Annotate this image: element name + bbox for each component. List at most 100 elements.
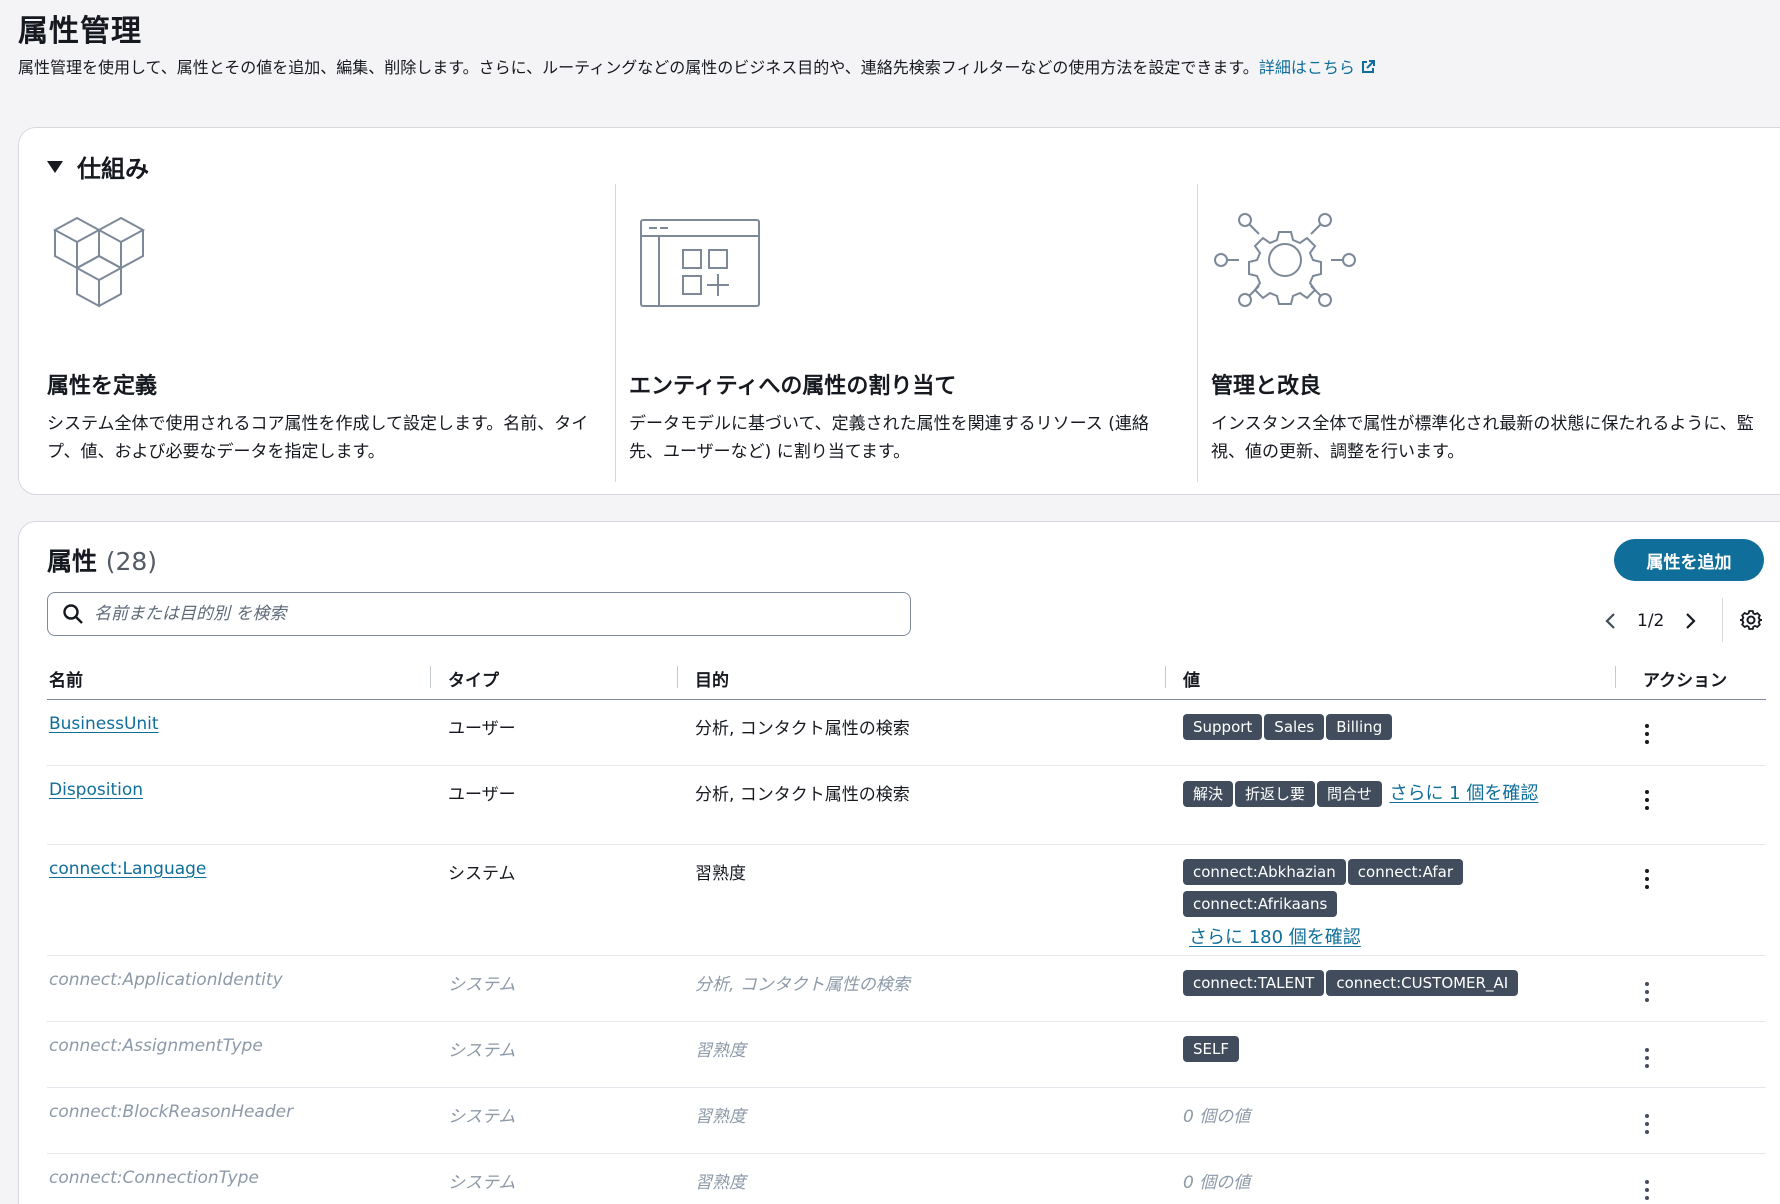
chevron-right-icon[interactable] — [1678, 609, 1702, 633]
column-divider — [1197, 184, 1198, 482]
attribute-name-link[interactable]: Disposition — [49, 780, 143, 800]
search-field — [47, 592, 911, 636]
search-icon — [63, 604, 83, 624]
column-header-type[interactable]: タイプ — [448, 666, 499, 691]
external-link-icon — [1361, 60, 1375, 73]
show-more-values-link[interactable]: さらに 1 個を確認 — [1389, 783, 1538, 804]
attribute-purpose: 習熟度 — [695, 1173, 746, 1193]
attribute-type: システム — [448, 864, 516, 884]
how-step-body: データモデルに基づいて、定義された属性を関連するリソース (連絡先、ユーザーなど… — [629, 414, 1149, 462]
attribute-values-empty: 0 個の値 — [1183, 1173, 1251, 1193]
attribute-purpose: 習熟度 — [695, 1107, 746, 1127]
column-resizer[interactable] — [677, 666, 678, 688]
gear-network-icon — [1214, 213, 1356, 307]
page-indicator: 1/2 — [1637, 611, 1665, 631]
pagination: 1/2 — [1599, 606, 1702, 636]
how-it-works-panel: 仕組み 属性を定義 システム全体で使用されるコア属性を作成して設定します。名前、… — [18, 127, 1780, 495]
attribute-name-link[interactable]: connect:Language — [49, 859, 206, 879]
chevron-left-icon[interactable] — [1599, 609, 1623, 633]
how-step-assign: エンティティへの属性の割り当て データモデルに基づいて、定義された属性を関連する… — [629, 184, 1189, 482]
attribute-values: connect:TALENT connect:CUSTOMER_AI — [1183, 970, 1553, 1002]
table-row: connect:Language システム 習熟度 connect:Abkhaz… — [47, 845, 1766, 956]
value-chip: 問合せ — [1317, 781, 1383, 807]
value-chip: Billing — [1326, 714, 1393, 740]
value-chip: 折返し要 — [1235, 781, 1316, 807]
attributes-panel: 属性 (28) 属性を追加 1/2 名前 タイプ 目的 — [18, 521, 1780, 1204]
table-row: connect:AssignmentType システム 習熟度 SELF — [47, 1022, 1766, 1088]
how-it-works-toggle[interactable]: 仕組み — [47, 149, 149, 184]
attributes-header: 属性 (28) — [47, 542, 157, 578]
page-description: 属性管理を使用して、属性とその値を追加、編集、削除します。さらに、ルーティングな… — [18, 54, 1375, 78]
row-actions-kebab-icon[interactable] — [1642, 788, 1652, 812]
attribute-name: connect:AssignmentType — [49, 1036, 263, 1056]
table-row: connect:ConnectionType システム 習熟度 0 個の値 — [47, 1154, 1766, 1204]
attribute-purpose: 習熟度 — [695, 1041, 746, 1061]
attribute-values: Support Sales Billing — [1183, 714, 1553, 746]
how-step-manage: 管理と改良 インスタンス全体で属性が標準化され最新の状態に保たれるように、監視、… — [1211, 184, 1771, 482]
attribute-type: システム — [448, 1173, 516, 1193]
attribute-purpose: 分析, コンタクト属性の検索 — [695, 785, 910, 805]
column-divider — [615, 184, 616, 482]
attribute-type: システム — [448, 1041, 516, 1061]
how-step-define: 属性を定義 システム全体で使用されるコア属性を作成して設定します。名前、タイプ、… — [47, 184, 607, 482]
table-row: Disposition ユーザー 分析, コンタクト属性の検索 解決 折返し要 問合… — [47, 766, 1766, 845]
column-resizer[interactable] — [1165, 666, 1166, 688]
column-header-name[interactable]: 名前 — [49, 666, 83, 691]
value-chip: connect:Afar — [1347, 859, 1463, 885]
layout-add-icon — [640, 219, 760, 307]
value-chip: 解決 — [1183, 781, 1234, 807]
attribute-values: SELF — [1183, 1036, 1553, 1068]
attribute-type: システム — [448, 1107, 516, 1127]
attribute-type: ユーザー — [448, 719, 516, 739]
row-actions-kebab-icon[interactable] — [1642, 980, 1652, 1004]
settings-gear-icon[interactable] — [1739, 608, 1763, 632]
attribute-type: ユーザー — [448, 785, 516, 805]
attribute-purpose: 分析, コンタクト属性の検索 — [695, 975, 910, 995]
value-chip: SELF — [1183, 1036, 1239, 1062]
page-description-text: 属性管理を使用して、属性とその値を追加、編集、削除します。さらに、ルーティングな… — [18, 58, 1259, 77]
how-step-title: 管理と改良 — [1211, 374, 1322, 399]
value-chip: Support — [1183, 714, 1263, 740]
row-actions-kebab-icon[interactable] — [1642, 867, 1652, 891]
attribute-name-link[interactable]: BusinessUnit — [49, 714, 159, 734]
attribute-management-page: 属性管理 属性管理を使用して、属性とその値を追加、編集、削除します。さらに、ルー… — [0, 0, 1780, 1204]
attribute-name: connect:ConnectionType — [49, 1168, 259, 1188]
attributes-title: 属性 — [47, 547, 98, 576]
row-actions-kebab-icon[interactable] — [1642, 722, 1652, 746]
table-row: connect:ApplicationIdentity システム 分析, コンタ… — [47, 956, 1766, 1022]
attribute-name: connect:ApplicationIdentity — [49, 970, 283, 990]
column-header-values[interactable]: 値 — [1183, 666, 1200, 691]
how-step-body: システム全体で使用されるコア属性を作成して設定します。名前、タイプ、値、および必… — [47, 414, 589, 462]
attribute-purpose: 分析, コンタクト属性の検索 — [695, 719, 910, 739]
row-actions-kebab-icon[interactable] — [1642, 1178, 1652, 1202]
learn-more-label: 詳細はこちら — [1258, 58, 1355, 77]
value-chip: connect:CUSTOMER_AI — [1326, 970, 1519, 996]
table-row: connect:BlockReasonHeader システム 習熟度 0 個の値 — [47, 1088, 1766, 1154]
learn-more-link[interactable]: 詳細はこちら — [1259, 58, 1375, 77]
show-more-values-link[interactable]: さらに 180 個を確認 — [1189, 927, 1361, 948]
attribute-purpose: 習熟度 — [695, 864, 746, 884]
pagination-divider — [1722, 598, 1723, 642]
column-resizer[interactable] — [430, 666, 431, 688]
attribute-values: 解決 折返し要 問合せ さらに 1 個を確認 — [1183, 780, 1553, 813]
add-attribute-button[interactable]: 属性を追加 — [1614, 539, 1764, 581]
search-input[interactable] — [94, 596, 874, 632]
attribute-values-empty: 0 個の値 — [1183, 1107, 1251, 1127]
attribute-values: connect:Abkhazian connect:Afar connect:Afr… — [1183, 859, 1553, 949]
value-chip: Sales — [1264, 714, 1325, 740]
attribute-name: connect:BlockReasonHeader — [49, 1102, 294, 1122]
row-actions-kebab-icon[interactable] — [1642, 1046, 1652, 1070]
column-resizer[interactable] — [1615, 666, 1616, 688]
table-header: 名前 タイプ 目的 値 アクション — [47, 652, 1766, 700]
value-chip: connect:TALENT — [1183, 970, 1325, 996]
how-step-body: インスタンス全体で属性が標準化され最新の状態に保たれるように、監視、値の更新、調… — [1211, 414, 1754, 462]
how-step-title: 属性を定義 — [47, 374, 158, 399]
how-step-title: エンティティへの属性の割り当て — [629, 374, 957, 399]
table-row: BusinessUnit ユーザー 分析, コンタクト属性の検索 Support… — [47, 700, 1766, 766]
how-it-works-title: 仕組み — [77, 155, 149, 183]
value-chip: connect:Abkhazian — [1183, 859, 1346, 885]
column-header-action: アクション — [1643, 671, 1728, 691]
column-header-purpose[interactable]: 目的 — [695, 666, 729, 691]
row-actions-kebab-icon[interactable] — [1642, 1112, 1652, 1136]
attribute-type: システム — [448, 975, 516, 995]
